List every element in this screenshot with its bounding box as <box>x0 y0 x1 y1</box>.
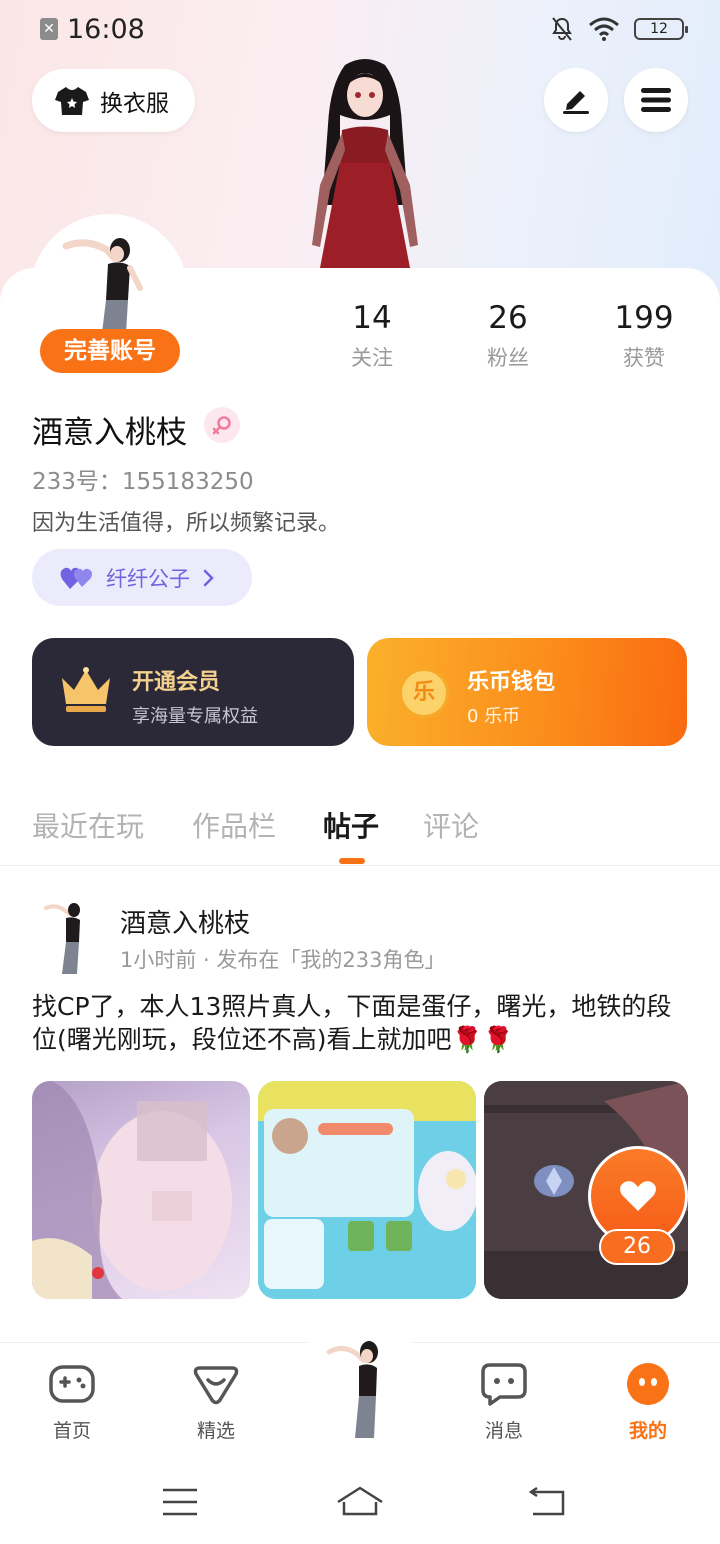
complete-account-button[interactable]: 完善账号 <box>40 329 180 373</box>
menu-button[interactable] <box>624 68 688 132</box>
post-body[interactable]: 找CP了，本人13照片真人，下面是蛋仔，曙光，地铁的段位(曙光刚玩，段位还不高)… <box>32 990 692 1056</box>
profile-id: 233号：155183250 <box>32 469 254 495</box>
female-gender-icon <box>204 407 240 443</box>
featured-heart-icon <box>193 1366 239 1405</box>
recent-apps-icon[interactable] <box>155 1482 205 1522</box>
wallet-balance: 0 乐币 <box>467 706 521 727</box>
home-icon[interactable] <box>335 1482 385 1522</box>
likes-label: 获赞 <box>623 346 665 370</box>
nav-messages[interactable]: 消息 <box>454 1362 554 1443</box>
tshirt-icon <box>55 86 89 115</box>
post-image-selfie[interactable] <box>32 1081 250 1299</box>
back-icon[interactable] <box>523 1482 573 1522</box>
status-time: 16:08 <box>67 14 145 45</box>
profile-bio: 因为生活值得，所以频繁记录。 <box>32 511 341 536</box>
tab-posts[interactable]: 帖子 <box>323 805 379 845</box>
active-tab-indicator <box>339 858 365 864</box>
bell-muted-icon <box>552 17 572 41</box>
nav-avatar-character[interactable] <box>325 1330 395 1440</box>
profile-username: 酒意入桃枝 <box>32 415 187 451</box>
message-bubble-icon <box>481 1363 527 1406</box>
nav-me-label: 我的 <box>628 1420 667 1442</box>
heart-icon <box>620 1181 656 1211</box>
wifi-icon <box>589 17 619 41</box>
like-count: 26 <box>599 1229 675 1265</box>
character-avatar-image[interactable] <box>290 55 440 270</box>
gamepad-icon <box>49 1365 95 1403</box>
club-badge-button[interactable]: 纤纤公子 <box>32 549 252 606</box>
likes-count: 199 <box>614 300 674 336</box>
divider <box>0 865 720 866</box>
profile-face-icon <box>627 1363 669 1405</box>
nav-messages-label: 消息 <box>484 1420 523 1442</box>
followers-stat[interactable]: 26 粉丝 <box>453 300 563 372</box>
hamburger-icon <box>641 88 671 112</box>
post-meta: 1小时前 · 发布在「我的233角色」 <box>120 948 446 972</box>
double-heart-icon <box>60 567 92 589</box>
post-author-name[interactable]: 酒意入桃枝 <box>120 903 250 940</box>
tab-works[interactable]: 作品栏 <box>192 805 276 845</box>
battery-icon: 12 <box>634 18 688 40</box>
change-outfit-label: 换衣服 <box>100 90 169 117</box>
coin-wallet-card[interactable]: 乐 乐币钱包 0 乐币 <box>367 638 687 746</box>
nav-home[interactable]: 首页 <box>22 1362 122 1443</box>
followers-count: 26 <box>488 300 528 336</box>
user-avatar[interactable] <box>62 228 152 333</box>
following-label: 关注 <box>351 346 393 370</box>
nav-featured-label: 精选 <box>196 1420 235 1442</box>
status-bar: ✕ 16:08 12 <box>0 0 720 58</box>
nav-featured[interactable]: 精选 <box>166 1362 266 1443</box>
nav-me[interactable]: 我的 <box>598 1362 698 1443</box>
wallet-title: 乐币钱包 <box>467 670 556 695</box>
edit-profile-button[interactable] <box>544 68 608 132</box>
following-stat[interactable]: 14 关注 <box>317 300 427 372</box>
post-image-game-profile[interactable] <box>258 1081 476 1299</box>
vip-membership-card[interactable]: 开通会员 享海量专属权益 <box>32 638 354 746</box>
crown-icon <box>62 667 110 712</box>
change-outfit-button[interactable]: 换衣服 <box>32 69 195 132</box>
vip-subtitle: 享海量专属权益 <box>132 706 258 727</box>
club-name: 纤纤公子 <box>106 566 190 591</box>
notification-icon: ✕ <box>40 18 58 40</box>
followers-label: 粉丝 <box>487 346 529 370</box>
tab-comments[interactable]: 评论 <box>423 805 479 845</box>
vip-title: 开通会员 <box>132 670 221 695</box>
post-author-avatar[interactable] <box>42 898 92 976</box>
tab-recently-played[interactable]: 最近在玩 <box>32 805 144 845</box>
coin-icon: 乐 <box>399 668 449 718</box>
chevron-right-icon <box>203 569 214 586</box>
following-count: 14 <box>352 300 392 336</box>
pen-icon <box>563 91 589 114</box>
likes-stat[interactable]: 199 获赞 <box>589 300 699 372</box>
nav-home-label: 首页 <box>52 1420 91 1442</box>
